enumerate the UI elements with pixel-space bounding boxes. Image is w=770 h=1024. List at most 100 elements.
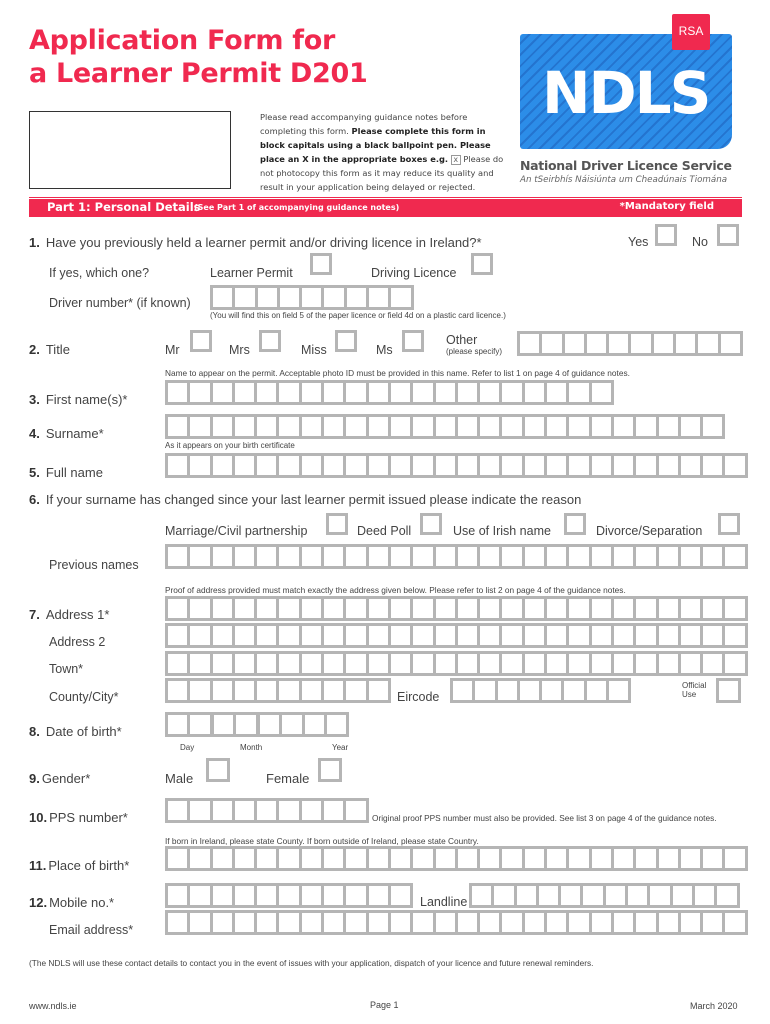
char-box[interactable] <box>502 654 522 673</box>
char-box[interactable] <box>703 849 723 868</box>
char-box[interactable] <box>457 654 478 673</box>
char-box[interactable] <box>168 547 188 566</box>
mobile-input[interactable] <box>165 883 414 908</box>
char-box[interactable] <box>168 383 188 402</box>
county-input[interactable] <box>165 678 391 703</box>
char-box[interactable] <box>190 599 210 618</box>
char-box[interactable] <box>680 626 701 645</box>
char-box[interactable] <box>168 801 188 820</box>
char-box[interactable] <box>390 456 411 475</box>
char-box[interactable] <box>480 913 500 932</box>
char-box[interactable] <box>516 886 536 905</box>
char-box[interactable] <box>279 849 299 868</box>
char-box[interactable] <box>703 654 723 673</box>
char-box[interactable] <box>591 849 611 868</box>
eircode-input[interactable] <box>450 678 632 703</box>
char-box[interactable] <box>636 547 656 566</box>
char-box[interactable] <box>680 913 701 932</box>
dob-month-input[interactable] <box>211 712 259 737</box>
char-box[interactable] <box>301 886 322 905</box>
char-box[interactable] <box>435 626 455 645</box>
char-box[interactable] <box>636 913 656 932</box>
no-checkbox[interactable] <box>717 224 739 246</box>
char-box[interactable] <box>591 417 611 436</box>
char-box[interactable] <box>324 913 344 932</box>
char-box[interactable] <box>212 626 232 645</box>
char-box[interactable] <box>413 456 433 475</box>
char-box[interactable] <box>279 681 299 700</box>
email-input[interactable] <box>165 910 748 935</box>
char-box[interactable] <box>413 383 433 402</box>
char-box[interactable] <box>524 417 545 436</box>
char-box[interactable] <box>346 849 366 868</box>
char-box[interactable] <box>234 417 255 436</box>
char-box[interactable] <box>497 681 517 700</box>
char-box[interactable] <box>636 599 656 618</box>
char-box[interactable] <box>628 886 648 905</box>
char-box[interactable] <box>569 626 589 645</box>
char-box[interactable] <box>346 886 366 905</box>
char-box[interactable] <box>257 456 277 475</box>
char-box[interactable] <box>680 599 701 618</box>
char-box[interactable] <box>368 456 388 475</box>
char-box[interactable] <box>190 715 210 734</box>
char-box[interactable] <box>435 456 455 475</box>
char-box[interactable] <box>519 681 540 700</box>
char-box[interactable] <box>524 383 545 402</box>
char-box[interactable] <box>324 456 344 475</box>
mrs-checkbox[interactable] <box>259 330 281 352</box>
char-box[interactable] <box>720 334 740 353</box>
char-box[interactable] <box>524 849 545 868</box>
char-box[interactable] <box>190 626 210 645</box>
char-box[interactable] <box>542 681 562 700</box>
char-box[interactable] <box>703 417 723 436</box>
char-box[interactable] <box>212 599 232 618</box>
char-box[interactable] <box>257 417 277 436</box>
char-box[interactable] <box>680 456 701 475</box>
char-box[interactable] <box>190 383 210 402</box>
char-box[interactable] <box>301 547 322 566</box>
char-box[interactable] <box>190 547 210 566</box>
char-box[interactable] <box>235 288 255 307</box>
char-box[interactable] <box>257 383 277 402</box>
char-box[interactable] <box>457 849 478 868</box>
char-box[interactable] <box>435 849 455 868</box>
char-box[interactable] <box>569 599 589 618</box>
char-box[interactable] <box>168 654 188 673</box>
char-box[interactable] <box>547 417 567 436</box>
char-box[interactable] <box>368 913 388 932</box>
char-box[interactable] <box>658 599 678 618</box>
char-box[interactable] <box>435 654 455 673</box>
female-checkbox[interactable] <box>318 758 342 782</box>
char-box[interactable] <box>391 288 411 307</box>
char-box[interactable] <box>390 626 411 645</box>
char-box[interactable] <box>613 654 634 673</box>
char-box[interactable] <box>190 913 210 932</box>
char-box[interactable] <box>457 547 478 566</box>
char-box[interactable] <box>547 654 567 673</box>
char-box[interactable] <box>694 886 715 905</box>
char-box[interactable] <box>234 654 255 673</box>
char-box[interactable] <box>725 654 745 673</box>
char-box[interactable] <box>435 599 455 618</box>
char-box[interactable] <box>502 626 522 645</box>
char-box[interactable] <box>636 654 656 673</box>
char-box[interactable] <box>279 547 299 566</box>
char-box[interactable] <box>301 913 322 932</box>
char-box[interactable] <box>234 886 255 905</box>
char-box[interactable] <box>190 456 210 475</box>
char-box[interactable] <box>346 288 367 307</box>
char-box[interactable] <box>613 417 634 436</box>
char-box[interactable] <box>212 886 232 905</box>
char-box[interactable] <box>725 599 745 618</box>
char-box[interactable] <box>502 547 522 566</box>
char-box[interactable] <box>212 801 232 820</box>
char-box[interactable] <box>234 547 255 566</box>
char-box[interactable] <box>480 547 500 566</box>
char-box[interactable] <box>524 626 545 645</box>
char-box[interactable] <box>413 913 433 932</box>
char-box[interactable] <box>279 417 299 436</box>
char-box[interactable] <box>346 626 366 645</box>
char-box[interactable] <box>190 654 210 673</box>
char-box[interactable] <box>279 383 299 402</box>
